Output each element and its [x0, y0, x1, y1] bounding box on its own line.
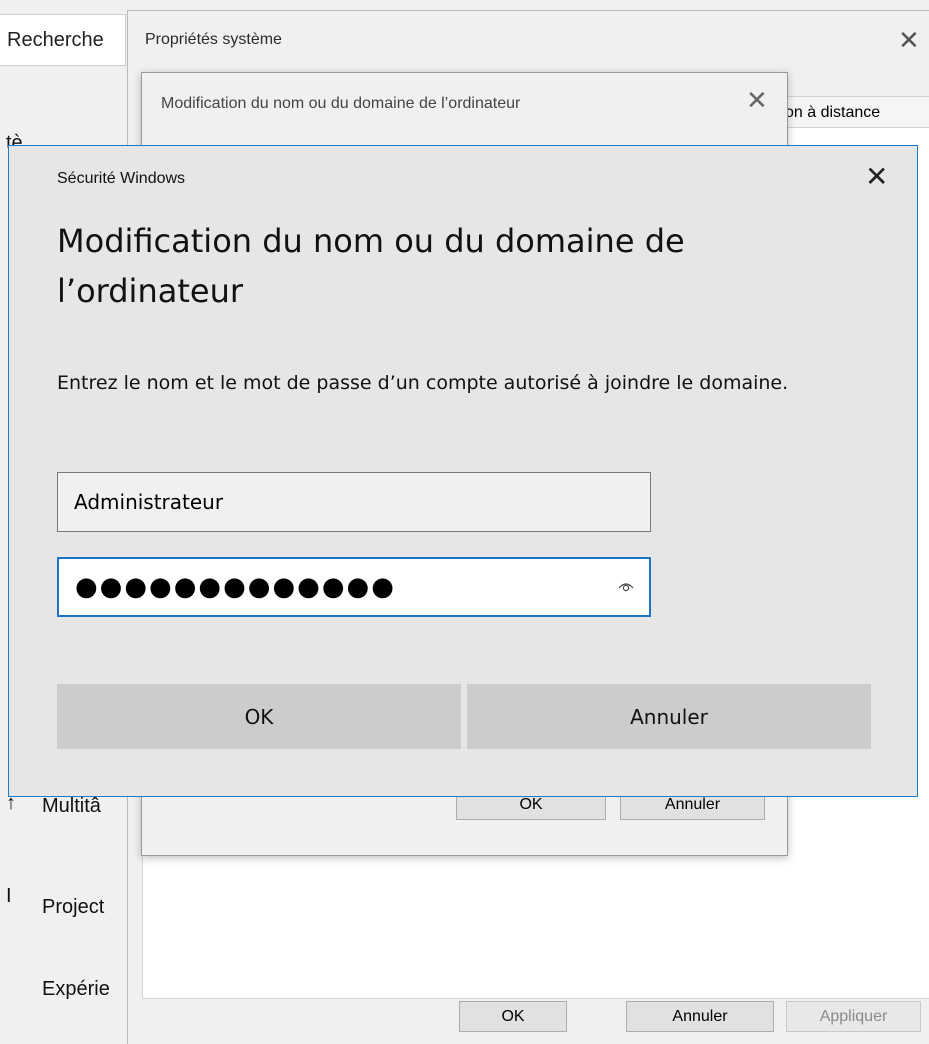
ok-button[interactable]: OK: [459, 1001, 567, 1032]
side-item-experiences[interactable]: Expérie: [42, 978, 110, 1001]
apply-button[interactable]: Appliquer: [786, 1001, 921, 1032]
username-value: Administrateur: [74, 490, 224, 514]
windows-security-dialog: Sécurité Windows ✕ Modification du nom o…: [8, 145, 918, 797]
search-text: Recherche: [7, 28, 104, 51]
side-item-multitasking[interactable]: Multitâ: [42, 795, 101, 818]
dialog-title: Modification du nom ou du domaine de l’o…: [161, 95, 521, 112]
close-icon[interactable]: ✕: [865, 160, 888, 193]
cancel-button[interactable]: Annuler: [626, 1001, 774, 1032]
side-item-icon: I: [6, 885, 12, 907]
close-icon[interactable]: ✕: [898, 25, 920, 56]
side-item-projecting[interactable]: Project: [42, 896, 104, 919]
tab-label: on à distance: [785, 103, 881, 121]
dialog-heading: Modification du nom ou du domaine de l’o…: [57, 222, 685, 310]
username-field[interactable]: Administrateur: [57, 472, 651, 532]
eye-icon[interactable]: [617, 577, 635, 595]
window-title: Propriétés système: [145, 31, 282, 48]
ok-button[interactable]: OK: [57, 684, 461, 749]
cancel-button[interactable]: Annuler: [467, 684, 871, 749]
password-field[interactable]: ●●●●●●●●●●●●●: [57, 557, 651, 617]
dialog-title: Sécurité Windows: [57, 170, 186, 187]
password-mask: ●●●●●●●●●●●●●: [75, 572, 396, 602]
search-box[interactable]: Recherche: [0, 14, 126, 66]
tab-remote[interactable]: on à distance: [778, 96, 929, 128]
dialog-description: Entrez le nom et le mot de passe d’un co…: [57, 372, 789, 394]
close-icon[interactable]: ✕: [746, 85, 768, 116]
